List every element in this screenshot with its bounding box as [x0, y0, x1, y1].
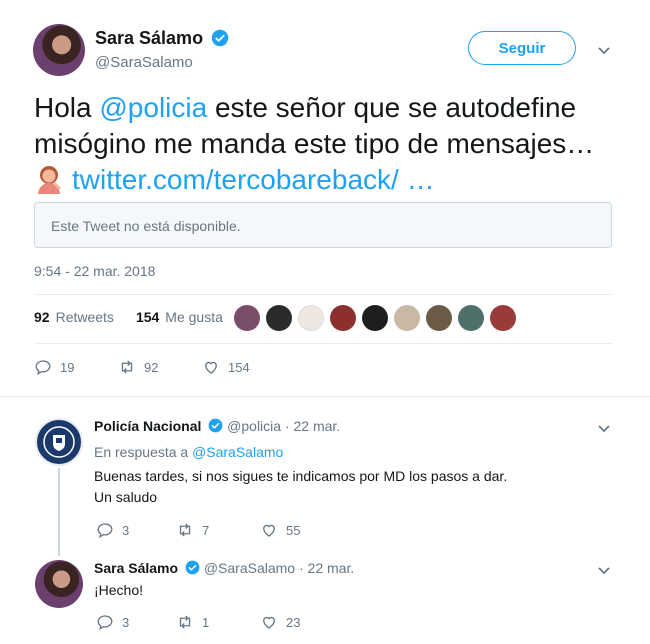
police-name[interactable]: Policía Nacional — [94, 418, 201, 434]
retweet-icon — [121, 360, 133, 374]
verified-badge-icon — [208, 418, 223, 433]
sara-date[interactable]: · 22 mar. — [299, 560, 354, 576]
likes-count[interactable]: 154 — [136, 309, 159, 325]
retweets-count[interactable]: 92 — [34, 309, 50, 325]
police-reply-line: Buenas tardes, si nos sigues te indicamo… — [94, 468, 508, 484]
reply-button[interactable]: 19 — [34, 358, 74, 376]
liker-avatar[interactable] — [362, 305, 388, 331]
retweet-button[interactable]: 1 — [176, 613, 209, 631]
author-avatar[interactable] — [35, 560, 83, 608]
reply-icon — [97, 523, 113, 539]
retweet-count: 1 — [202, 614, 210, 630]
retweet-button[interactable]: 7 — [176, 521, 209, 539]
reply-count: 3 — [122, 614, 130, 630]
retweet-icon — [179, 523, 191, 537]
tweet-timestamp[interactable]: 9:54 - 22 mar. 2018 — [34, 263, 155, 279]
heart-icon — [263, 524, 275, 537]
police-reply-header: Policía Nacional @policia · 22 mar. — [94, 418, 340, 434]
in-reply-handle[interactable]: @SaraSalamo — [192, 444, 283, 460]
chevron-down-icon[interactable] — [596, 562, 612, 578]
verified-badge-icon — [185, 560, 200, 575]
reply-count: 19 — [60, 359, 75, 375]
police-avatar[interactable] — [35, 418, 83, 466]
liker-avatar[interactable] — [266, 305, 292, 331]
divider — [0, 396, 650, 397]
reply-count: 3 — [122, 522, 130, 538]
divider — [34, 294, 612, 295]
reply-button[interactable]: 3 — [96, 613, 129, 631]
liker-avatar[interactable] — [234, 305, 260, 331]
liker-avatar[interactable] — [426, 305, 452, 331]
reply-icon — [35, 360, 51, 376]
retweet-icon — [179, 615, 191, 629]
retweet-count: 7 — [202, 522, 210, 538]
sara-name[interactable]: Sara Sálamo — [94, 560, 178, 576]
likers-avatars — [234, 305, 516, 331]
in-reply-prefix: En respuesta a — [94, 444, 193, 460]
police-handle[interactable]: @policia — [227, 418, 281, 434]
liker-avatar[interactable] — [458, 305, 484, 331]
sara-reply-text: ¡Hecho! — [94, 582, 144, 598]
reply-icon — [97, 615, 113, 631]
mention-link[interactable]: @policia — [99, 92, 207, 123]
retweet-count: 92 — [144, 359, 159, 375]
author-handle[interactable]: @SaraSalamo — [95, 54, 193, 71]
tweet-link[interactable]: twitter.com/tercobareback/ … — [72, 164, 435, 195]
divider — [34, 343, 612, 344]
chevron-down-icon[interactable] — [596, 42, 612, 58]
liker-avatar[interactable] — [298, 305, 324, 331]
police-reply-line: Un saludo — [94, 489, 158, 505]
retweet-button[interactable]: 92 — [118, 358, 158, 376]
sara-reply-header: Sara Sálamo @SaraSalamo · 22 mar. — [94, 560, 354, 576]
tweet-text-before: Hola — [34, 92, 100, 123]
follow-button[interactable]: Seguir — [468, 31, 576, 65]
emoji-woman-icon — [38, 166, 62, 194]
tweet-text: Hola @policia este señor que se autodefi… — [34, 90, 624, 198]
like-button[interactable]: 154 — [202, 358, 250, 376]
sara-handle[interactable]: @SaraSalamo — [204, 560, 295, 576]
like-count: 154 — [228, 359, 250, 375]
likes-label[interactable]: Me gusta — [165, 309, 223, 325]
like-button[interactable]: 55 — [260, 521, 300, 539]
engagement-stats: 92 Retweets 154 Me gusta — [34, 309, 223, 325]
heart-icon — [263, 616, 275, 629]
reply-button[interactable]: 3 — [96, 521, 129, 539]
like-count: 55 — [286, 522, 301, 538]
thread-connector — [58, 468, 60, 556]
like-count: 23 — [286, 614, 301, 630]
author-name-row: Sara Sálamo — [95, 28, 229, 49]
police-reply-text: Buenas tardes, si nos sigues te indicamo… — [94, 466, 507, 508]
liker-avatar[interactable] — [394, 305, 420, 331]
in-reply-to: En respuesta a @SaraSalamo — [94, 444, 283, 460]
chevron-down-icon[interactable] — [596, 420, 612, 436]
shield-icon — [43, 426, 75, 458]
author-name[interactable]: Sara Sálamo — [95, 28, 203, 48]
retweets-label[interactable]: Retweets — [56, 309, 114, 325]
police-date[interactable]: · 22 mar. — [285, 418, 340, 434]
author-avatar[interactable] — [33, 24, 85, 76]
verified-badge-icon — [211, 29, 228, 47]
heart-icon — [205, 361, 217, 374]
like-button[interactable]: 23 — [260, 613, 300, 631]
liker-avatar[interactable] — [330, 305, 356, 331]
quoted-tweet-unavailable[interactable]: Este Tweet no está disponible. — [34, 202, 612, 248]
liker-avatar[interactable] — [490, 305, 516, 331]
